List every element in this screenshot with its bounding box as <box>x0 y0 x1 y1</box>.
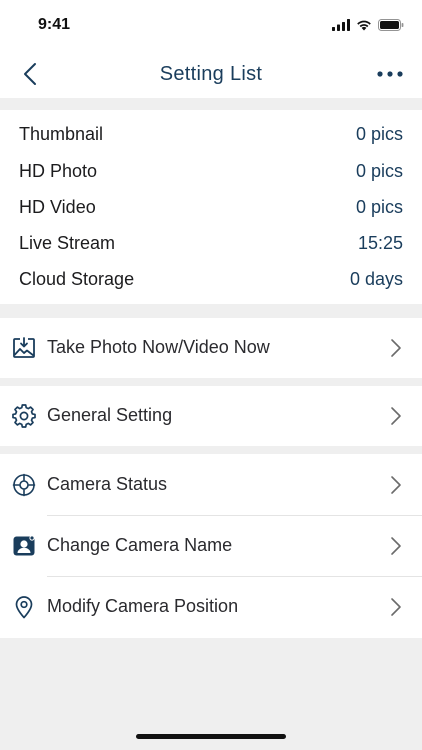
stat-label: Cloud Storage <box>19 268 135 289</box>
menu-item-label: General Setting <box>47 405 173 425</box>
chevron-right-icon <box>391 407 401 425</box>
stat-row-live-stream: Live Stream 15:25 <box>19 231 403 255</box>
menu-item-label: Change Camera Name <box>47 535 233 555</box>
modify-camera-position-item[interactable]: Modify Camera Position <box>0 577 422 637</box>
camera-card: Camera Status Change Camera Name Modify … <box>0 454 422 638</box>
stat-value: 15:25 <box>357 232 403 253</box>
take-photo-card: Take Photo Now/Video Now <box>0 318 422 378</box>
stat-row-cloud-storage: Cloud Storage 0 days <box>19 267 403 291</box>
stat-row-hd-photo: HD Photo 0 pics <box>19 159 403 183</box>
user-card-icon <box>13 535 35 556</box>
gear-icon <box>12 404 36 428</box>
chevron-right-icon <box>391 598 401 616</box>
wifi-icon <box>357 20 371 31</box>
camera-status-item[interactable]: Camera Status <box>0 455 422 515</box>
menu-item-label: Take Photo Now/Video Now <box>47 337 270 357</box>
status-icons <box>332 17 404 33</box>
location-pin-icon <box>15 596 33 619</box>
ellipsis-icon <box>377 71 403 77</box>
storage-stats-card: Thumbnail 0 pics HD Photo 0 pics HD Vide… <box>0 110 422 304</box>
stat-row-thumbnail: Thumbnail 0 pics <box>19 122 403 146</box>
general-setting-item[interactable]: General Setting <box>0 386 422 446</box>
battery-icon <box>378 19 404 31</box>
stat-value: 0 pics <box>355 196 403 217</box>
stat-label: Thumbnail <box>19 123 104 144</box>
home-indicator <box>136 734 286 739</box>
image-download-icon <box>13 337 35 358</box>
stat-value: 0 pics <box>355 123 403 144</box>
chevron-right-icon <box>391 476 401 494</box>
status-bar: 9:41 <box>0 0 422 50</box>
take-photo-video-now-item[interactable]: Take Photo Now/Video Now <box>0 318 422 378</box>
more-button[interactable] <box>372 60 408 88</box>
general-setting-card: General Setting <box>0 386 422 446</box>
menu-item-label: Modify Camera Position <box>47 596 239 616</box>
stat-label: HD Video <box>19 196 96 217</box>
stat-label: HD Photo <box>19 160 98 181</box>
stat-label: Live Stream <box>19 232 116 253</box>
status-time: 9:41 <box>38 16 71 33</box>
crosshair-icon <box>12 473 36 497</box>
menu-item-label: Camera Status <box>47 474 168 494</box>
cellular-signal-icon <box>332 19 350 31</box>
stat-row-hd-video: HD Video 0 pics <box>19 195 403 219</box>
page-title: Setting List <box>159 63 263 85</box>
stat-value: 0 days <box>349 268 403 289</box>
change-camera-name-item[interactable]: Change Camera Name <box>0 516 422 576</box>
stat-value: 0 pics <box>355 160 403 181</box>
nav-bar: Setting List <box>0 50 422 98</box>
chevron-right-icon <box>391 339 401 357</box>
chevron-right-icon <box>391 537 401 555</box>
